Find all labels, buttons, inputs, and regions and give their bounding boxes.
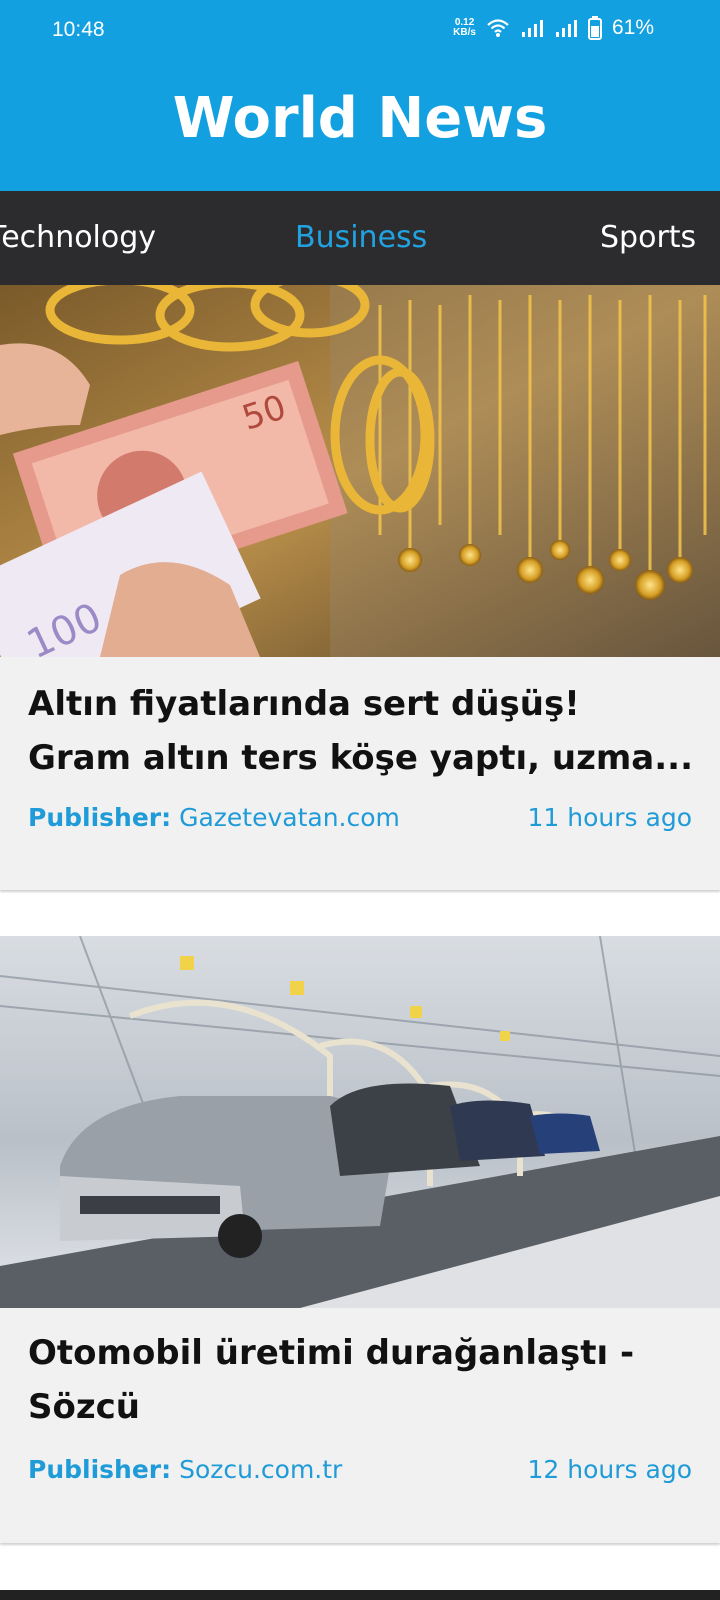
gold-money-photo: 50 100 (0, 285, 720, 657)
net-speed: 0.12 KB/s (453, 18, 476, 38)
article-time: 12 hours ago (527, 1455, 692, 1484)
signal-icon (521, 20, 543, 37)
news-card-partial[interactable] (0, 1590, 720, 1600)
battery-icon (587, 16, 602, 40)
status-time: 10:48 (52, 18, 105, 41)
article-meta: Publisher: Gazetevatan.com 11 hours ago (28, 803, 692, 832)
article-title-line: Sözcü (28, 1387, 140, 1427)
article-title-line: Altın fiyatlarında sert düşüş! (28, 684, 580, 724)
status-icons: 0.12 KB/s 61% (453, 16, 654, 40)
wifi-icon (487, 19, 509, 37)
publisher-name: Gazetevatan.com (179, 803, 400, 832)
article-meta: Publisher: Sozcu.com.tr 12 hours ago (28, 1455, 692, 1484)
news-card[interactable]: Otomobil üretimi durağanlaştı - Sözcü Pu… (0, 936, 720, 1543)
app-title: World News (172, 86, 548, 151)
tab-technology[interactable]: Technology (0, 220, 156, 255)
news-card[interactable]: 50 100 Altın fiyatlarında sert düşüş! Gr… (0, 285, 720, 890)
article-image (0, 936, 720, 1308)
publisher-name: Sozcu.com.tr (179, 1455, 343, 1484)
article-title[interactable]: Altın fiyatlarında sert düşüş! Gram altı… (28, 677, 698, 785)
article-image: 50 100 (0, 285, 720, 657)
article-title-line: Otomobil üretimi durağanlaştı - (28, 1333, 635, 1373)
article-time: 11 hours ago (527, 803, 692, 832)
tab-business[interactable]: Business (295, 220, 427, 255)
app-bar: World News (0, 62, 720, 191)
article-title-line: Gram altın ters köşe yaptı, uzma... (28, 738, 693, 778)
signal-icon (555, 20, 577, 37)
battery-percent: 61% (611, 16, 654, 39)
article-title[interactable]: Otomobil üretimi durağanlaştı - Sözcü (28, 1326, 698, 1434)
publisher-label: Publisher: (28, 1455, 172, 1484)
publisher-label: Publisher: (28, 803, 172, 832)
tab-sports[interactable]: Sports (600, 220, 696, 255)
category-tabs: Technology Business Sports (0, 191, 720, 285)
status-bar: 10:48 0.12 KB/s 61% (0, 0, 720, 62)
car-factory-photo (0, 936, 720, 1308)
net-speed-unit: KB/s (453, 27, 476, 38)
